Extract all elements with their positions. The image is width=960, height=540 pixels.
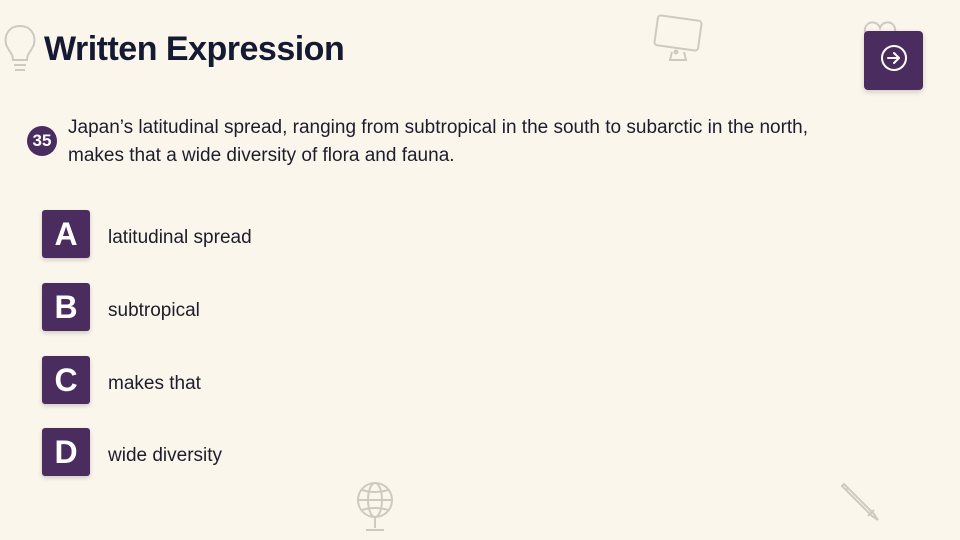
option-text: wide diversity bbox=[108, 445, 223, 466]
option-c[interactable]: C makes that bbox=[42, 355, 402, 405]
page-title: Written Expression bbox=[44, 30, 345, 68]
option-text: makes that bbox=[108, 373, 201, 394]
option-letter: B bbox=[42, 283, 90, 331]
option-letter: C bbox=[42, 356, 90, 404]
option-letter: D bbox=[42, 428, 90, 476]
arrow-right-circle-icon bbox=[879, 43, 909, 78]
option-text: latitudinal spread bbox=[108, 227, 252, 248]
question-text: Japan’s latitudinal spread, ranging from… bbox=[68, 117, 809, 166]
option-d[interactable]: D wide diversity bbox=[42, 427, 402, 477]
option-text: subtropical bbox=[108, 300, 200, 321]
option-a[interactable]: A latitudinal spread bbox=[42, 209, 402, 259]
monitor-icon bbox=[650, 14, 706, 64]
globe-icon bbox=[352, 478, 398, 536]
option-letter: A bbox=[42, 210, 90, 258]
pencil-icon bbox=[836, 478, 882, 524]
next-button[interactable] bbox=[864, 31, 923, 90]
lightbulb-icon bbox=[0, 20, 40, 76]
question-number-badge: 35 bbox=[27, 126, 57, 156]
option-b[interactable]: B subtropical bbox=[42, 282, 402, 332]
